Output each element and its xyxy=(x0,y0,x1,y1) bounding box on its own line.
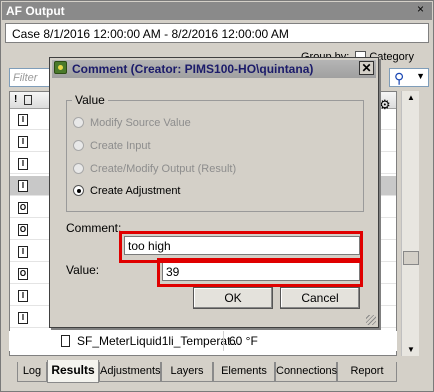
row-type-icon: I xyxy=(18,290,28,302)
tab-connections[interactable]: Connections xyxy=(275,362,337,382)
row-type-icon: I xyxy=(18,312,28,324)
radio-indicator[interactable] xyxy=(73,163,84,174)
grid-settings-icon[interactable]: ⚙ xyxy=(377,97,397,115)
pane-title: AF Output xyxy=(2,2,432,20)
resize-grip-icon[interactable] xyxy=(366,315,376,325)
row-type-icon: I xyxy=(18,180,28,192)
tab-log[interactable]: Log xyxy=(17,362,47,382)
row-type-icon: I xyxy=(18,114,28,126)
tab-report[interactable]: Report xyxy=(337,362,397,382)
row-type-icon: I xyxy=(18,136,28,148)
row-name: SF_MeterLiquid1li_Temperat... xyxy=(77,334,241,348)
comment-dialog: Comment (Creator: PIMS100-HO\quintana) ✕… xyxy=(49,57,379,328)
type-column-icon[interactable] xyxy=(24,95,32,105)
value-group-label: Value xyxy=(72,93,108,107)
value-label: Value: xyxy=(66,263,100,277)
tab-results[interactable]: Results xyxy=(47,360,99,383)
scroll-down-icon[interactable]: ▼ xyxy=(405,345,417,354)
row-type-icon: I xyxy=(18,246,28,258)
cancel-button[interactable]: Cancel xyxy=(280,287,360,309)
chevron-down-icon[interactable]: ▼ xyxy=(416,71,425,81)
scrollbar-thumb[interactable] xyxy=(403,251,419,265)
radio-create-input[interactable]: Create Input xyxy=(73,140,151,152)
radio-label: Modify Source Value xyxy=(90,117,191,129)
row-type-icon: O xyxy=(18,224,28,236)
radio-indicator[interactable] xyxy=(73,117,84,128)
radio-label: Create/Modify Output (Result) xyxy=(90,163,237,175)
table-row[interactable]: SF_MeterLiquid1li_Temperat... 60 °F xyxy=(9,331,397,351)
row-type-icon: O xyxy=(18,202,28,214)
row-type-icon: O xyxy=(18,268,28,280)
radio-modify-source-value[interactable]: Modify Source Value xyxy=(73,117,191,129)
vertical-scrollbar[interactable]: ▲ ▼ xyxy=(401,91,419,356)
close-icon[interactable]: × xyxy=(414,3,427,16)
tab-adjustments[interactable]: Adjustments xyxy=(99,362,161,382)
scroll-up-icon[interactable]: ▲ xyxy=(405,93,417,102)
dialog-close-button[interactable]: ✕ xyxy=(359,61,374,75)
row-type-icon: I xyxy=(18,158,28,170)
value-highlight-box xyxy=(157,258,363,287)
dialog-title: Comment (Creator: PIMS100-HO\quintana) xyxy=(52,60,376,78)
tab-bar: Log Results Adjustments Layers Elements … xyxy=(1,359,433,391)
case-selector[interactable]: Case 8/1/2016 12:00:00 AM - 8/2/2016 12:… xyxy=(5,23,429,43)
tab-layers[interactable]: Layers xyxy=(161,362,213,382)
row-type-icon xyxy=(61,335,70,347)
search-box[interactable]: ⚲ ▼ xyxy=(389,68,429,87)
dialog-app-icon xyxy=(54,61,67,74)
radio-label: Create Input xyxy=(90,140,151,152)
ok-button[interactable]: OK xyxy=(193,287,273,309)
radio-create-adjustment[interactable]: Create Adjustment xyxy=(73,185,181,197)
radio-indicator[interactable] xyxy=(73,140,84,151)
tab-elements[interactable]: Elements xyxy=(213,362,275,382)
radio-indicator[interactable] xyxy=(73,185,84,196)
radio-label: Create Adjustment xyxy=(90,185,181,197)
flag-column-icon[interactable]: ! xyxy=(14,94,17,105)
search-icon[interactable]: ⚲ xyxy=(394,70,404,87)
comment-label: Comment: xyxy=(66,221,122,235)
row-value: 60 °F xyxy=(229,334,258,348)
radio-create-modify-output[interactable]: Create/Modify Output (Result) xyxy=(73,163,236,175)
